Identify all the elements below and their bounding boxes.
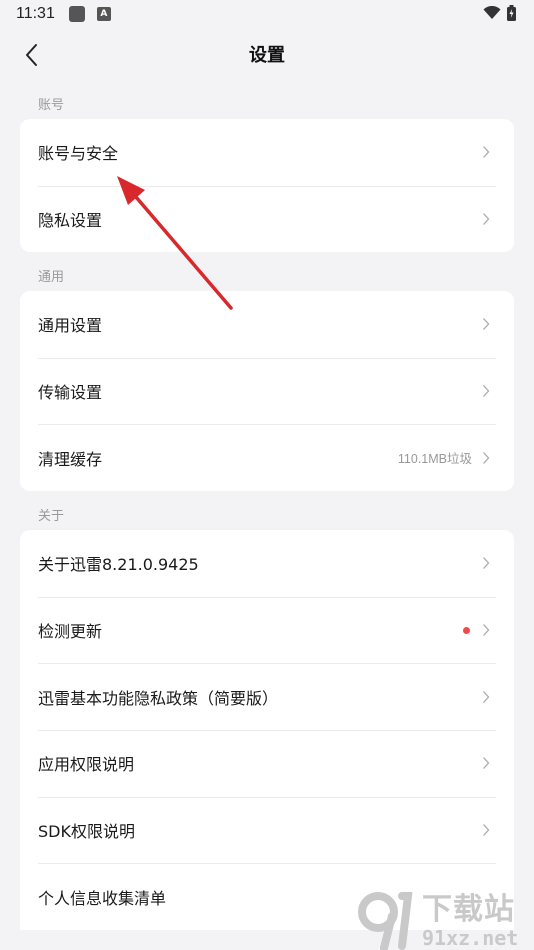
watermark-domain: 91xz.net bbox=[422, 926, 519, 950]
watermark-brand: 下载站 bbox=[422, 892, 515, 927]
watermark-91-logo-icon bbox=[358, 892, 413, 950]
watermark-logo: 下载站 91xz.net bbox=[356, 888, 528, 950]
annotation-arrow bbox=[117, 176, 233, 310]
